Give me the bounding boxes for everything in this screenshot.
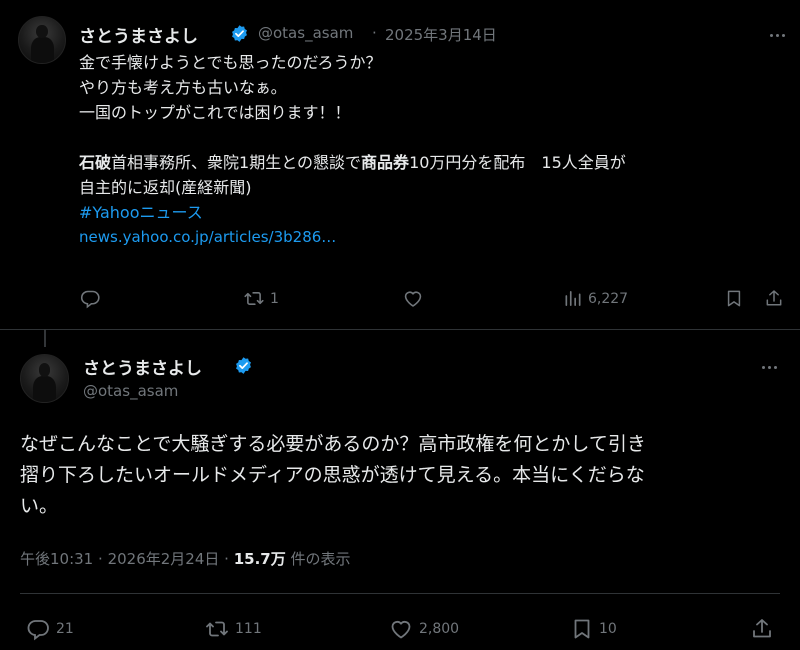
tweet-date[interactable]: 2026年2月24日 (108, 550, 220, 568)
divider (0, 329, 800, 330)
verified-badge-icon (232, 25, 247, 42)
bookmark-count: 10 (599, 621, 617, 637)
views-button[interactable]: 6,227 (563, 288, 628, 309)
retweet-count: 1 (270, 290, 279, 307)
article-link[interactable]: news.yahoo.co.jp/articles/3b286… (79, 225, 779, 250)
bookmark-button[interactable]: 10 (570, 617, 617, 641)
retweet-button[interactable]: 1 (243, 288, 279, 309)
tweet-meta: 午後10:31 · 2026年2月24日 · 15.7万 件の表示 (20, 548, 351, 569)
more-icon[interactable] (758, 356, 780, 378)
handle[interactable]: @otas_asam (258, 24, 353, 42)
reply-icon (27, 620, 49, 641)
handle[interactable]: @otas_asam (83, 382, 178, 400)
tweet-date[interactable]: 2025年3月14日 (385, 24, 497, 45)
separator: · (372, 24, 377, 42)
view-count: 6,227 (588, 290, 629, 307)
divider (20, 593, 780, 594)
text-line: なぜこんなことで大騒ぎする必要があるのか？高市政権を何とかして引き (20, 433, 646, 455)
thread-line (44, 329, 46, 347)
separator: · (224, 550, 229, 568)
share-icon (766, 290, 782, 306)
reply-button[interactable] (80, 288, 101, 309)
bookmark-icon (727, 290, 741, 307)
text-line: 一国のトップがこれでは困ります！！ (79, 103, 351, 122)
avatar[interactable] (18, 16, 66, 64)
like-button[interactable]: 2,800 (388, 617, 459, 641)
article-title-line2: 自主的に返却(産経新聞) (79, 178, 252, 197)
display-name[interactable]: さとうまさよし (79, 22, 198, 47)
reply-count: 21 (56, 621, 74, 637)
more-icon[interactable] (766, 24, 788, 46)
retweet-icon (206, 621, 228, 637)
tweet-time[interactable]: 午後10:31 (20, 550, 93, 568)
reply-icon (80, 290, 100, 309)
reply-button[interactable]: 21 (26, 617, 74, 641)
hashtag-link[interactable]: #Yahooニュース (79, 200, 779, 225)
bookmark-button[interactable] (724, 288, 744, 309)
text-line: 摺り下ろしたいオールドメディアの思惑が透けて見える。本当にくだらな (20, 464, 645, 486)
retweet-button[interactable]: 111 (204, 617, 262, 641)
share-icon (753, 619, 771, 638)
tweet-text: なぜこんなことで大騒ぎする必要があるのか？高市政権を何とかして引き 摺り下ろした… (20, 429, 790, 522)
tweet-text: 金で手懐けようとでも思ったのだろうか？ やり方も考え方も古いなぁ。 一国のトップ… (79, 50, 779, 250)
bold-word: 石破 (79, 153, 112, 172)
display-name[interactable]: さとうまさよし (83, 354, 202, 379)
text-line: やり方も考え方も古いなぁ。 (79, 78, 287, 97)
share-button[interactable] (750, 617, 774, 641)
like-icon (391, 621, 411, 639)
views-icon (565, 291, 581, 306)
verified-badge-icon (236, 357, 251, 374)
retweet-icon (244, 292, 264, 305)
text-line: 金で手懐けようとでも思ったのだろうか？ (79, 53, 382, 72)
bold-word: 商品券 (361, 153, 410, 172)
views-label: 件の表示 (290, 550, 351, 568)
like-count: 2,800 (419, 621, 460, 637)
like-button[interactable] (402, 288, 424, 309)
separator: · (98, 550, 103, 568)
like-icon (404, 291, 422, 307)
article-title: 石破首相事務所、衆院1期生との懇談で商品券10万円分を配布 15人全員が (79, 153, 626, 172)
avatar[interactable] (20, 354, 69, 403)
views-value: 15.7万 (233, 550, 286, 568)
share-button[interactable] (764, 288, 784, 309)
retweet-count: 111 (235, 621, 262, 637)
text-line: い。 (20, 495, 59, 517)
bookmark-icon (574, 619, 590, 639)
